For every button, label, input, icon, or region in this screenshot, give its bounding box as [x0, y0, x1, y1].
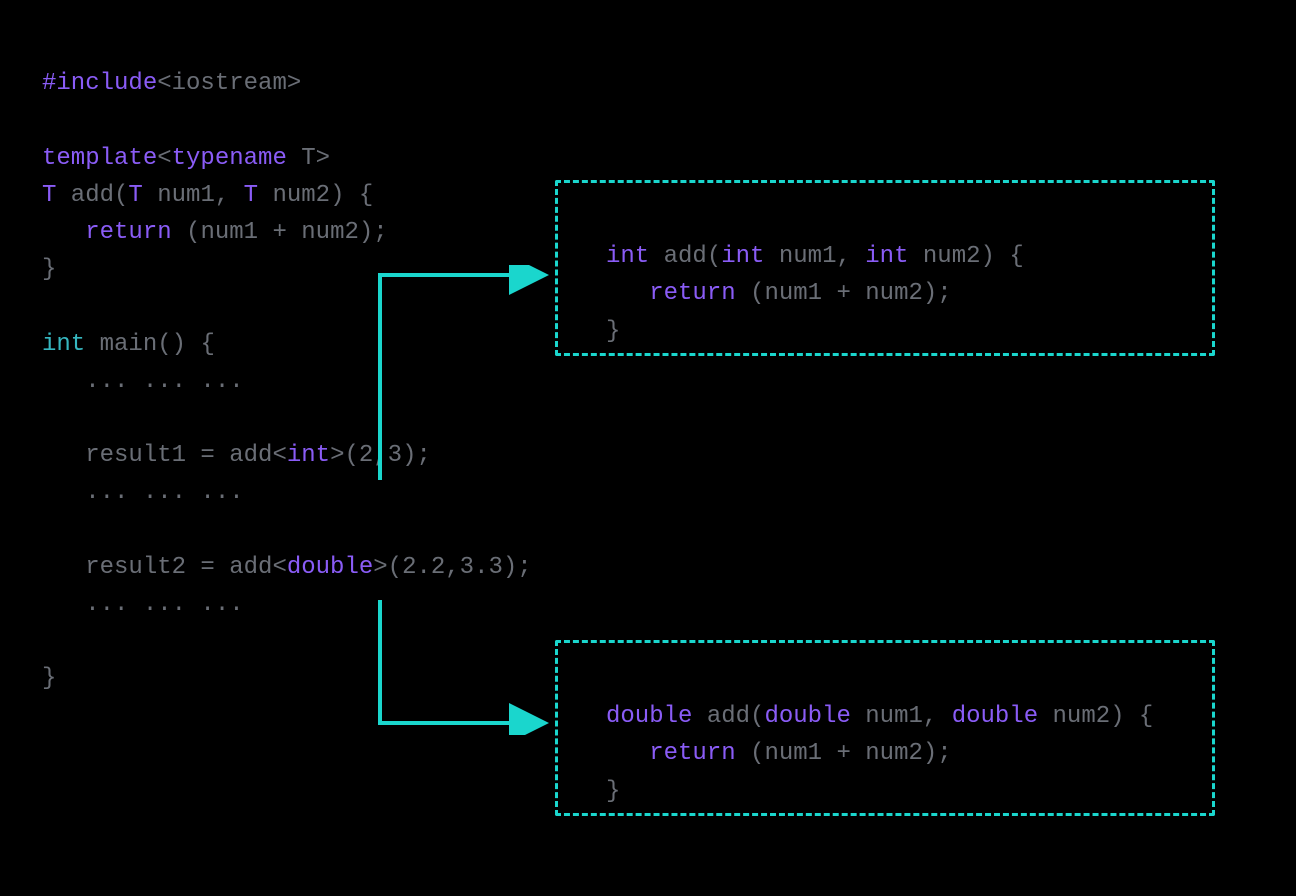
- instantiation-box-double: double add(double num1, double num2) { r…: [555, 640, 1215, 816]
- return-keyword: return: [85, 219, 171, 246]
- return-keyword: return: [649, 740, 735, 767]
- typename-keyword: typename: [172, 145, 287, 172]
- ellipsis: ... ... ...: [42, 591, 244, 618]
- ellipsis: ... ... ...: [42, 479, 244, 506]
- include-keyword: #include: [42, 70, 157, 97]
- return-keyword: return: [649, 280, 735, 307]
- return-type-int: int: [606, 243, 649, 270]
- ellipsis: ... ... ...: [42, 368, 244, 395]
- instantiation-box-int: int add(int num1, int num2) { return (nu…: [555, 180, 1215, 356]
- template-keyword: template: [42, 145, 157, 172]
- return-type-double: double: [606, 703, 692, 730]
- include-header: <iostream>: [157, 70, 301, 97]
- template-arg-double: double: [287, 554, 373, 581]
- int-keyword: int: [42, 331, 85, 358]
- template-arg-int: int: [287, 442, 330, 469]
- type-T: T: [42, 182, 56, 209]
- source-code-block: #include<iostream> template<typename T> …: [42, 28, 532, 697]
